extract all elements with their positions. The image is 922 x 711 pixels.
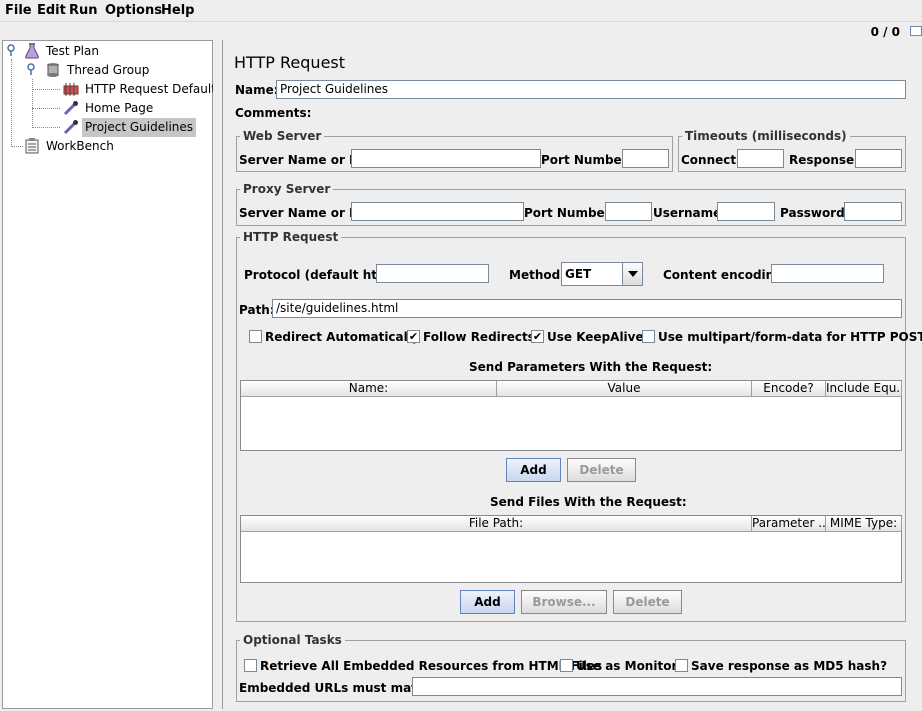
column-header-encode[interactable]: Encode?	[752, 381, 826, 397]
menu-run[interactable]: Run	[69, 3, 98, 18]
save-md5-label: Save response as MD5 hash?	[691, 659, 888, 673]
timeouts-title: Timeouts (milliseconds)	[682, 129, 850, 143]
comments-label: Comments:	[235, 106, 312, 120]
name-field[interactable]: Project Guidelines	[276, 80, 906, 99]
panel-title: HTTP Request	[234, 53, 346, 72]
spool-icon	[47, 63, 59, 77]
proxy-server-input[interactable]	[351, 202, 524, 221]
protocol-input[interactable]	[376, 264, 489, 283]
multipart-label: Use multipart/form-data for HTTP POST	[658, 330, 922, 344]
column-header-mime-type[interactable]: MIME Type:	[826, 516, 902, 532]
menu-help[interactable]: Help	[161, 3, 194, 18]
tree-item-home-page[interactable]: Home Page	[3, 99, 203, 118]
redirect-automatically-checkbox[interactable]	[249, 330, 262, 343]
redirect-automatically-label: Redirect Automatically	[265, 330, 420, 344]
menu-edit[interactable]: Edit	[37, 3, 66, 18]
connect-label: Connect:	[681, 153, 741, 167]
use-keepalive-checkbox[interactable]: ✔	[531, 330, 544, 343]
response-label: Response:	[789, 153, 859, 167]
tree-item-project-guidelines[interactable]: Project Guidelines	[3, 118, 203, 137]
password-input[interactable]	[844, 202, 902, 221]
flask-icon	[25, 43, 39, 59]
tree-item-label: Test Plan	[46, 44, 99, 58]
server-name-input[interactable]	[351, 149, 541, 168]
path-input[interactable]: /site/guidelines.html	[272, 299, 902, 318]
parameters-table[interactable]: Name: Value Encode? Include Equ...	[240, 380, 902, 451]
tree-item-http-defaults[interactable]: HTTP Request Defaults	[3, 80, 222, 99]
content-encoding-label: Content encoding:	[663, 268, 788, 282]
files-title: Send Files With the Request:	[490, 495, 687, 509]
tree-item-test-plan[interactable]: Test Plan	[3, 42, 203, 61]
column-header-value[interactable]: Value	[497, 381, 752, 397]
retrieve-embedded-checkbox[interactable]	[244, 659, 257, 672]
menu-bar: File Edit Run Options Help	[0, 0, 922, 22]
server-name-label: Server Name or IP:	[239, 153, 368, 167]
clipboard-icon	[25, 138, 39, 154]
http-request-title: HTTP Request	[240, 230, 342, 244]
response-timeout-input[interactable]	[855, 149, 902, 168]
proxy-server-title: Proxy Server	[240, 182, 334, 196]
content-encoding-input[interactable]	[771, 264, 884, 283]
embedded-urls-input[interactable]	[412, 677, 902, 696]
proxy-server-label: Server Name or IP:	[239, 206, 368, 220]
menu-options[interactable]: Options	[105, 3, 162, 18]
pipette-icon	[63, 120, 78, 135]
username-input[interactable]	[717, 202, 775, 221]
expand-handle-icon[interactable]	[25, 62, 41, 78]
tree-item-label: HTTP Request Defaults	[85, 82, 223, 96]
tree-item-label: Thread Group	[67, 63, 150, 77]
panel-splitter[interactable]	[213, 40, 222, 709]
tree-item-label: Home Page	[85, 101, 154, 115]
delete-file-button[interactable]: Delete	[613, 590, 682, 614]
name-label: Name:	[235, 83, 279, 97]
use-keepalive-label: Use KeepAlive	[547, 330, 644, 344]
add-file-button[interactable]: Add	[460, 590, 515, 614]
use-as-monitor-label: Use as Monitor	[576, 659, 678, 673]
port-number-label: Port Number:	[541, 153, 633, 167]
path-label: Path:	[239, 303, 275, 317]
expand-handle-icon[interactable]	[5, 43, 21, 59]
column-header-include-equals[interactable]: Include Equ...	[826, 381, 902, 397]
config-element-icon	[63, 83, 79, 96]
port-number-input[interactable]	[622, 149, 669, 168]
optional-tasks-title: Optional Tasks	[240, 633, 345, 647]
tree-item-thread-group[interactable]: Thread Group	[3, 61, 203, 80]
parameters-title: Send Parameters With the Request:	[469, 360, 713, 374]
embedded-urls-label: Embedded URLs must match:	[239, 681, 438, 695]
follow-redirects-label: Follow Redirects	[423, 330, 535, 344]
files-table[interactable]: File Path: Parameter ... MIME Type:	[240, 515, 902, 583]
menu-file[interactable]: File	[5, 3, 32, 18]
password-label: Password	[780, 206, 845, 220]
username-label: Username	[653, 206, 722, 220]
test-plan-tree[interactable]: Test Plan Thread Group HTTP Request Defa…	[2, 40, 222, 709]
pipette-icon	[63, 101, 78, 116]
column-header-file-path[interactable]: File Path:	[241, 516, 752, 532]
retrieve-embedded-label: Retrieve All Embedded Resources from HTM…	[260, 659, 603, 673]
follow-redirects-checkbox[interactable]: ✔	[407, 330, 420, 343]
proxy-port-input[interactable]	[605, 202, 652, 221]
multipart-checkbox[interactable]	[642, 330, 655, 343]
connect-timeout-input[interactable]	[737, 149, 784, 168]
use-as-monitor-checkbox[interactable]	[560, 659, 573, 672]
column-header-parameter[interactable]: Parameter ...	[752, 516, 826, 532]
method-select[interactable]: GET	[561, 262, 643, 286]
method-value: GET	[565, 267, 592, 281]
save-md5-checkbox[interactable]	[675, 659, 688, 672]
tree-item-label: Project Guidelines	[82, 118, 197, 137]
web-server-title: Web Server	[240, 129, 325, 143]
chevron-down-icon[interactable]	[622, 263, 642, 285]
tree-item-workbench[interactable]: WorkBench	[3, 137, 203, 156]
browse-file-button[interactable]: Browse...	[521, 590, 607, 614]
thread-counter: 0 / 0	[870, 25, 900, 39]
proxy-port-label: Port Number:	[524, 206, 616, 220]
add-parameter-button[interactable]: Add	[506, 458, 561, 482]
delete-parameter-button[interactable]: Delete	[567, 458, 636, 482]
status-indicator	[910, 26, 922, 36]
method-label: Method:	[509, 268, 565, 282]
column-header-name[interactable]: Name:	[241, 381, 497, 397]
tree-item-label: WorkBench	[46, 139, 114, 153]
